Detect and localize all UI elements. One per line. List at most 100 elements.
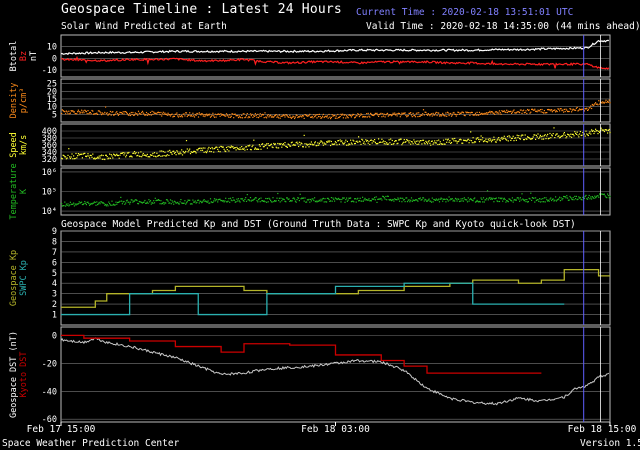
temperature-point — [236, 198, 238, 200]
density-point — [145, 114, 147, 116]
density-point — [76, 113, 78, 115]
speed-point — [558, 135, 560, 137]
density-point — [209, 113, 211, 115]
temperature-point — [200, 200, 202, 203]
speed-point — [373, 141, 375, 143]
density-point — [189, 112, 191, 114]
temperature-point — [492, 197, 494, 199]
density-point — [500, 113, 502, 115]
density-point — [227, 115, 229, 117]
density-point — [345, 117, 347, 119]
temperature-point — [587, 198, 589, 200]
temperature-point — [431, 197, 433, 199]
temperature-point — [572, 197, 574, 199]
density-point — [103, 113, 105, 115]
speed-point — [141, 154, 144, 156]
speed-point — [435, 142, 437, 144]
speed-point — [548, 137, 550, 139]
y-tick-label: 320 — [42, 155, 57, 165]
speed-point — [517, 136, 519, 139]
temperature-point — [87, 201, 89, 203]
speed-point — [323, 142, 325, 144]
speed-point — [608, 128, 610, 131]
speed-point — [86, 155, 88, 157]
density-point — [366, 116, 368, 118]
density-point — [219, 115, 221, 117]
speed-point — [69, 156, 71, 158]
speed-point — [283, 144, 285, 146]
y-tick-label: 4 — [52, 279, 57, 289]
density-point — [205, 113, 208, 115]
speed-point — [326, 141, 328, 143]
speed-point — [288, 144, 290, 146]
temperature-point — [152, 202, 154, 204]
density-point — [506, 111, 509, 114]
temperature-point — [507, 201, 509, 203]
temperature-point — [449, 199, 451, 201]
speed-point — [303, 134, 305, 136]
density-point — [366, 113, 368, 115]
speed-point — [543, 138, 545, 140]
density-point — [578, 109, 580, 111]
temperature-point — [462, 198, 464, 200]
speed-point — [195, 152, 197, 154]
density-point — [328, 113, 330, 116]
speed-point — [579, 133, 581, 135]
density-point — [422, 109, 425, 111]
temperature-point — [153, 202, 156, 204]
temperature-point — [517, 197, 519, 199]
speed-point — [296, 141, 298, 143]
y-tick-label: 5 — [52, 110, 57, 120]
speed-point — [431, 140, 433, 142]
temperature-point — [571, 199, 573, 201]
temperature-point — [165, 202, 167, 204]
density-point — [425, 111, 427, 113]
temperature-point — [562, 198, 564, 200]
speed-point — [298, 141, 300, 143]
temperature-point — [216, 199, 218, 201]
density-point — [590, 105, 592, 107]
speed-point — [291, 141, 293, 143]
speed-series — [61, 127, 611, 161]
temperature-point — [607, 195, 609, 197]
speed-point — [515, 139, 517, 141]
density-point — [591, 107, 593, 110]
density-point — [382, 113, 384, 115]
density-point — [597, 104, 599, 106]
density-point — [188, 114, 190, 116]
temperature-point — [462, 200, 465, 202]
speed-point — [286, 146, 288, 148]
temperature-point — [467, 197, 469, 199]
speed-point — [225, 150, 227, 153]
temperature-point — [85, 202, 87, 204]
temperature-point — [321, 200, 323, 202]
speed-point — [585, 130, 587, 132]
temperature-point — [193, 201, 196, 203]
temperature-point — [183, 202, 185, 204]
density-point — [558, 108, 560, 110]
density-point — [143, 113, 145, 115]
density-point — [245, 116, 247, 118]
y-tick-label: 9 — [52, 227, 57, 237]
temperature-point — [69, 204, 71, 206]
speed-point — [282, 143, 284, 145]
temperature-point — [256, 200, 258, 202]
speed-point — [254, 148, 256, 150]
temperature-point — [67, 203, 69, 205]
temperature-point — [390, 198, 392, 201]
speed-point — [480, 135, 482, 137]
speed-point — [563, 132, 565, 134]
speed-point — [163, 155, 165, 157]
speed-point — [510, 139, 512, 141]
temperature-point — [237, 200, 239, 202]
speed-point — [142, 152, 144, 155]
temperature-point — [606, 197, 608, 199]
speed-point — [125, 154, 128, 156]
speed-point — [133, 151, 136, 153]
speed-point — [568, 134, 570, 136]
speed-point — [388, 139, 390, 141]
density-point — [112, 111, 114, 113]
temperature-point — [326, 201, 328, 203]
density-point — [318, 113, 320, 115]
density-point — [589, 107, 591, 109]
